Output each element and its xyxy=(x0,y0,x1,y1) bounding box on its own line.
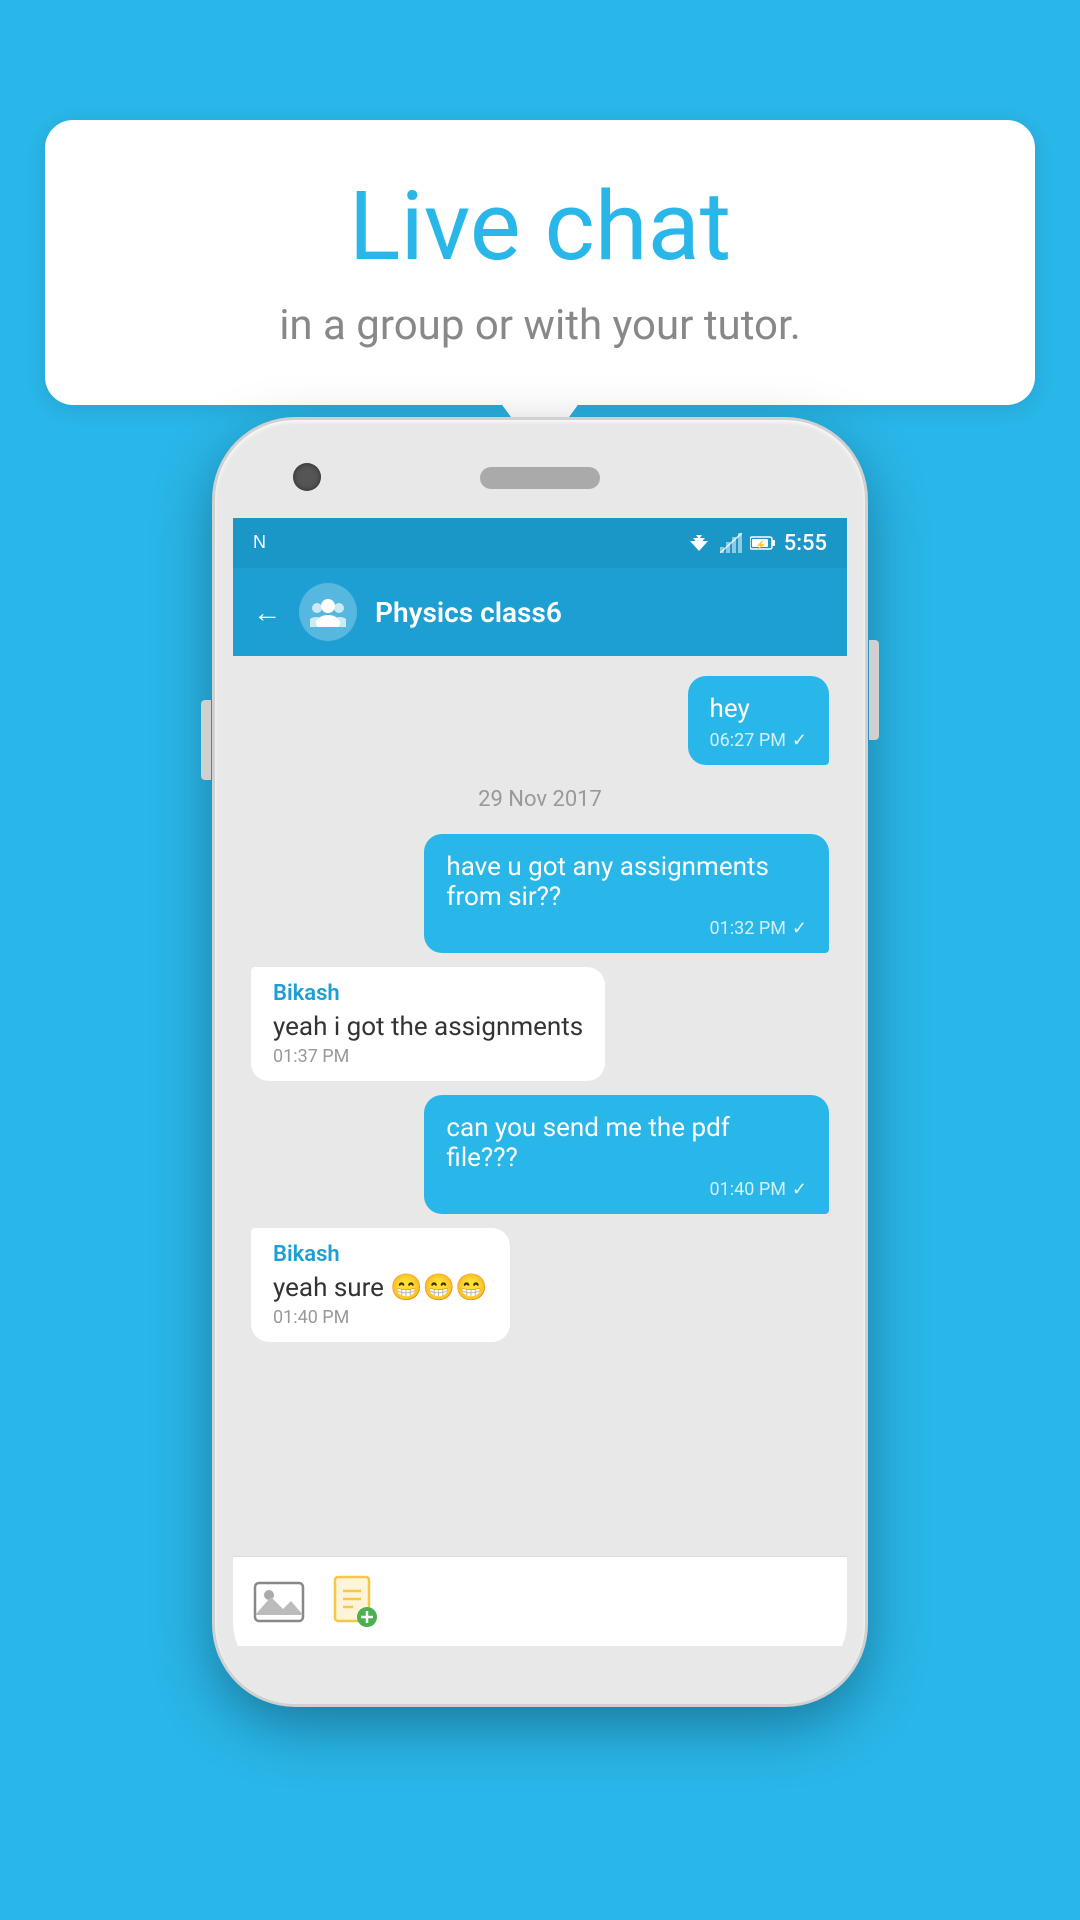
message-text: yeah i got the assignments xyxy=(273,1012,583,1042)
message-sent-assignments: have u got any assignments from sir?? 01… xyxy=(424,834,829,953)
back-button[interactable]: ← xyxy=(253,596,281,629)
document-icon xyxy=(331,1575,379,1629)
bottom-toolbar xyxy=(233,1556,847,1646)
chat-area: hey 06:27 PM ✓ 29 Nov 2017 have u got an… xyxy=(233,656,847,1556)
status-time: 5:55 xyxy=(784,531,827,556)
phone-bottom-bar xyxy=(233,1646,847,1686)
phone-inner: N xyxy=(233,438,847,1686)
message-time: 01:40 PM xyxy=(273,1307,488,1328)
message-received-got: Bikash yeah i got the assignments 01:37 … xyxy=(251,967,605,1081)
phone-outer: N xyxy=(215,420,865,1704)
doc-attach-button[interactable] xyxy=(325,1572,385,1632)
message-text: have u got any assignments from sir?? xyxy=(446,852,807,912)
speech-bubble-container: Live chat in a group or with your tutor. xyxy=(45,120,1035,405)
message-time: 06:27 PM ✓ xyxy=(710,730,807,751)
message-time: 01:32 PM ✓ xyxy=(446,918,807,939)
phone-top-bar xyxy=(233,438,847,518)
message-time: 01:37 PM xyxy=(273,1046,583,1067)
group-icon xyxy=(310,597,346,627)
signal-icon xyxy=(720,533,742,553)
status-left: N xyxy=(253,530,275,557)
message-text: can you send me the pdf file??? xyxy=(446,1113,807,1173)
status-right: ⚡ 5:55 xyxy=(686,531,827,556)
camera-icon xyxy=(293,463,321,491)
message-received-sure: Bikash yeah sure 😁😁😁 01:40 PM xyxy=(251,1228,510,1342)
wifi-icon xyxy=(686,533,712,553)
phone-mockup: N xyxy=(215,420,865,1704)
network-icon: N xyxy=(253,530,275,557)
chat-title: Physics class6 xyxy=(375,596,562,629)
sender-name: Bikash xyxy=(273,981,583,1006)
status-bar: N xyxy=(233,518,847,568)
sender-name: Bikash xyxy=(273,1242,488,1267)
svg-text:⚡: ⚡ xyxy=(755,539,766,551)
message-time: 01:40 PM ✓ xyxy=(446,1179,807,1200)
live-chat-title: Live chat xyxy=(105,175,975,281)
battery-icon: ⚡ xyxy=(750,535,776,551)
message-sent-pdf: can you send me the pdf file??? 01:40 PM… xyxy=(424,1095,829,1214)
message-sent-hey: hey 06:27 PM ✓ xyxy=(688,676,829,765)
live-chat-subtitle: in a group or with your tutor. xyxy=(105,301,975,350)
date-divider: 29 Nov 2017 xyxy=(251,787,829,812)
message-text: hey xyxy=(710,694,807,724)
image-attach-button[interactable] xyxy=(249,1572,309,1632)
speaker-grille xyxy=(480,467,600,489)
image-icon xyxy=(253,1579,305,1625)
app-header: ← Physics class6 xyxy=(233,568,847,656)
svg-text:N: N xyxy=(253,532,266,552)
group-avatar xyxy=(299,583,357,641)
speech-bubble: Live chat in a group or with your tutor. xyxy=(45,120,1035,405)
message-text: yeah sure 😁😁😁 xyxy=(273,1273,488,1303)
